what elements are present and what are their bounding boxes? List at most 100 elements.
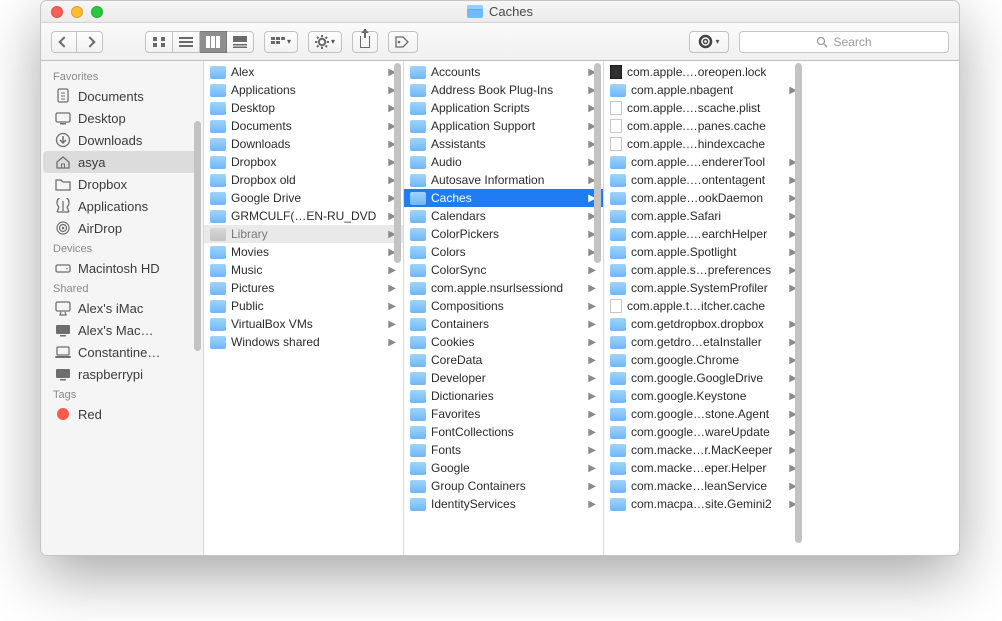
file-row[interactable]: Applications▶ bbox=[204, 81, 403, 99]
forward-button[interactable] bbox=[77, 31, 103, 53]
file-row[interactable]: com.apple.t…itcher.cache bbox=[604, 297, 804, 315]
file-row[interactable]: com.apple.s…preferences▶ bbox=[604, 261, 804, 279]
file-row[interactable]: IdentityServices▶ bbox=[404, 495, 603, 513]
file-row[interactable]: Downloads▶ bbox=[204, 135, 403, 153]
column-scrollbar[interactable] bbox=[394, 63, 401, 263]
sidebar-item[interactable]: asya bbox=[43, 151, 201, 173]
sidebar-item[interactable]: raspberrypi bbox=[43, 363, 201, 385]
file-row[interactable]: com.macke…leanService▶ bbox=[604, 477, 804, 495]
file-row[interactable]: ColorSync▶ bbox=[404, 261, 603, 279]
file-row[interactable]: Windows shared▶ bbox=[204, 333, 403, 351]
arrange-button[interactable]: ▾ bbox=[264, 31, 298, 53]
sidebar-item[interactable]: Macintosh HD bbox=[43, 257, 201, 279]
file-row[interactable]: Cookies▶ bbox=[404, 333, 603, 351]
file-row[interactable]: Documents▶ bbox=[204, 117, 403, 135]
file-row[interactable]: com.apple.SystemProfiler▶ bbox=[604, 279, 804, 297]
file-row[interactable]: Audio▶ bbox=[404, 153, 603, 171]
file-row[interactable]: com.google.Keystone▶ bbox=[604, 387, 804, 405]
file-row[interactable]: Alex▶ bbox=[204, 63, 403, 81]
file-row[interactable]: FontCollections▶ bbox=[404, 423, 603, 441]
file-row[interactable]: com.macke…eper.Helper▶ bbox=[604, 459, 804, 477]
file-row[interactable]: Caches▶ bbox=[404, 189, 603, 207]
sidebar-item[interactable]: Alex's iMac bbox=[43, 297, 201, 319]
file-row[interactable]: Application Scripts▶ bbox=[404, 99, 603, 117]
titlebar[interactable]: Caches bbox=[41, 1, 959, 23]
column-scrollbar[interactable] bbox=[795, 63, 802, 543]
view-column-button[interactable] bbox=[200, 31, 227, 53]
file-row[interactable]: Developer▶ bbox=[404, 369, 603, 387]
sidebar-item[interactable]: Constantine… bbox=[43, 341, 201, 363]
sidebar-item[interactable]: AirDrop bbox=[43, 217, 201, 239]
file-row[interactable]: com.apple.…earchHelper▶ bbox=[604, 225, 804, 243]
sidebar-scrollbar[interactable] bbox=[194, 121, 201, 351]
file-row[interactable]: com.google…stone.Agent▶ bbox=[604, 405, 804, 423]
file-row[interactable]: Assistants▶ bbox=[404, 135, 603, 153]
file-row[interactable]: Pictures▶ bbox=[204, 279, 403, 297]
column-scrollbar[interactable] bbox=[594, 63, 601, 263]
tags-button[interactable] bbox=[388, 31, 418, 53]
close-button[interactable] bbox=[51, 6, 63, 18]
file-row[interactable]: Compositions▶ bbox=[404, 297, 603, 315]
file-row[interactable]: VirtualBox VMs▶ bbox=[204, 315, 403, 333]
file-row[interactable]: com.macke…r.MacKeeper▶ bbox=[604, 441, 804, 459]
file-row[interactable]: Containers▶ bbox=[404, 315, 603, 333]
file-row[interactable]: com.apple.…ontentagent▶ bbox=[604, 171, 804, 189]
back-button[interactable] bbox=[51, 31, 77, 53]
file-row[interactable]: Colors▶ bbox=[404, 243, 603, 261]
sidebar-item[interactable]: Red bbox=[43, 403, 201, 425]
file-row[interactable]: Movies▶ bbox=[204, 243, 403, 261]
file-row[interactable]: Address Book Plug-Ins▶ bbox=[404, 81, 603, 99]
view-coverflow-button[interactable] bbox=[227, 31, 254, 53]
file-row[interactable]: com.apple…ookDaemon▶ bbox=[604, 189, 804, 207]
chevron-right-icon: ▶ bbox=[588, 355, 599, 366]
view-icon-button[interactable] bbox=[145, 31, 173, 53]
file-row[interactable]: CoreData▶ bbox=[404, 351, 603, 369]
file-row[interactable]: com.apple.nsurlsessiond▶ bbox=[404, 279, 603, 297]
sidebar-item[interactable]: Applications bbox=[43, 195, 201, 217]
file-row[interactable]: Desktop▶ bbox=[204, 99, 403, 117]
file-row[interactable]: Fonts▶ bbox=[404, 441, 603, 459]
file-row[interactable]: Public▶ bbox=[204, 297, 403, 315]
file-row[interactable]: Music▶ bbox=[204, 261, 403, 279]
file-row[interactable]: com.google.Chrome▶ bbox=[604, 351, 804, 369]
file-row[interactable]: com.apple.Spotlight▶ bbox=[604, 243, 804, 261]
sidebar-item[interactable]: Alex's Mac… bbox=[43, 319, 201, 341]
file-row[interactable]: com.apple.…hindexcache bbox=[604, 135, 804, 153]
file-row[interactable]: com.getdropbox.dropbox▶ bbox=[604, 315, 804, 333]
file-row[interactable]: GRMCULF(…EN-RU_DVD▶ bbox=[204, 207, 403, 225]
file-row[interactable]: Google Drive▶ bbox=[204, 189, 403, 207]
file-row[interactable]: Dropbox old▶ bbox=[204, 171, 403, 189]
file-row[interactable]: com.google…wareUpdate▶ bbox=[604, 423, 804, 441]
sidebar-item[interactable]: Dropbox bbox=[43, 173, 201, 195]
file-row[interactable]: com.getdro…etaInstaller▶ bbox=[604, 333, 804, 351]
file-row[interactable]: Group Containers▶ bbox=[404, 477, 603, 495]
file-row[interactable]: com.google.GoogleDrive▶ bbox=[604, 369, 804, 387]
file-row[interactable]: com.macpa…site.Gemini2▶ bbox=[604, 495, 804, 513]
file-row[interactable]: com.apple.nbagent▶ bbox=[604, 81, 804, 99]
file-row[interactable]: com.apple.…scache.plist bbox=[604, 99, 804, 117]
file-row[interactable]: com.apple.…panes.cache bbox=[604, 117, 804, 135]
file-row[interactable]: Autosave Information▶ bbox=[404, 171, 603, 189]
action-button[interactable]: ▾ bbox=[308, 31, 342, 53]
zoom-button[interactable] bbox=[91, 6, 103, 18]
file-row[interactable]: Library▶ bbox=[204, 225, 403, 243]
share-button[interactable] bbox=[352, 31, 378, 53]
file-row[interactable]: com.apple.…oreopen.lock bbox=[604, 63, 804, 81]
file-row[interactable]: com.apple.…endererTool▶ bbox=[604, 153, 804, 171]
dropbox-smartsync-button[interactable]: ▾ bbox=[689, 31, 729, 53]
file-row[interactable]: ColorPickers▶ bbox=[404, 225, 603, 243]
search-field[interactable]: Search bbox=[739, 31, 949, 53]
sidebar-item[interactable]: Downloads bbox=[43, 129, 201, 151]
file-row[interactable]: Dictionaries▶ bbox=[404, 387, 603, 405]
sidebar-item[interactable]: Desktop bbox=[43, 107, 201, 129]
minimize-button[interactable] bbox=[71, 6, 83, 18]
file-row[interactable]: Application Support▶ bbox=[404, 117, 603, 135]
file-row[interactable]: Favorites▶ bbox=[404, 405, 603, 423]
file-row[interactable]: Accounts▶ bbox=[404, 63, 603, 81]
sidebar-item[interactable]: Documents bbox=[43, 85, 201, 107]
file-row[interactable]: Calendars▶ bbox=[404, 207, 603, 225]
view-list-button[interactable] bbox=[173, 31, 200, 53]
file-row[interactable]: com.apple.Safari▶ bbox=[604, 207, 804, 225]
file-row[interactable]: Google▶ bbox=[404, 459, 603, 477]
file-row[interactable]: Dropbox▶ bbox=[204, 153, 403, 171]
